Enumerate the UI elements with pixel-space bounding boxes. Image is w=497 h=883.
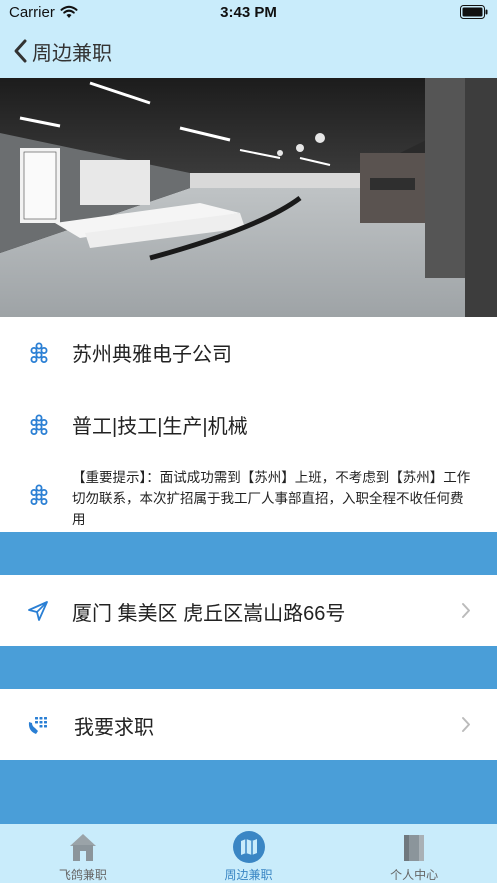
- section-divider: [0, 760, 497, 824]
- clock: 3:43 PM: [220, 4, 277, 21]
- location-arrow-icon: [28, 601, 48, 621]
- book-icon: [404, 835, 425, 861]
- tab-home[interactable]: 飞鸽兼职: [0, 824, 166, 883]
- navigation-bar: 周边兼职: [0, 26, 497, 78]
- notice-row: 【重要提示】：面试成功需到【苏州】上班，不考虑到【苏州】工作切勿联系，本次扩招属…: [0, 462, 497, 532]
- chevron-left-icon: [14, 39, 27, 63]
- company-row: 苏州典雅电子公司: [0, 320, 497, 382]
- chevron-right-icon: [462, 603, 470, 618]
- map-icon: [232, 831, 265, 863]
- network-icon: [30, 414, 48, 435]
- address-text: 厦门 集美区 虎丘区嵩山路66号: [72, 603, 346, 625]
- battery-icon: [460, 5, 488, 19]
- status-bar: Carrier 3:43 PM: [0, 0, 497, 26]
- section-divider: [0, 532, 497, 575]
- job-category-row: 普工|技工|生产|机械: [0, 392, 497, 454]
- house-icon: [69, 834, 96, 861]
- address-row[interactable]: 厦门 集美区 虎丘区嵩山路66号: [0, 575, 497, 646]
- section-divider: [0, 646, 497, 689]
- network-icon: [30, 484, 48, 505]
- tab-label: 个人中心: [390, 868, 439, 882]
- office-photo: [0, 78, 497, 317]
- apply-job-label: 我要求职: [74, 717, 154, 739]
- tab-label: 飞鸽兼职: [58, 868, 107, 882]
- job-category: 普工|技工|生产|机械: [72, 416, 248, 438]
- back-button[interactable]: 周边兼职: [12, 36, 112, 66]
- tab-label: 周边兼职: [224, 868, 273, 882]
- notice-text: 【重要提示】：面试成功需到【苏州】上班，不考虑到【苏州】工作切勿联系，本次扩招属…: [72, 470, 471, 527]
- page-title: 周边兼职: [32, 42, 112, 65]
- apply-job-row[interactable]: 我要求职: [0, 689, 497, 760]
- phone-keypad-icon: [28, 717, 47, 734]
- company-name: 苏州典雅电子公司: [72, 344, 232, 366]
- tab-profile[interactable]: 个人中心: [331, 824, 497, 883]
- tab-nearby[interactable]: 周边兼职: [166, 824, 332, 883]
- tab-bar: 飞鸽兼职 周边兼职 个人中心: [0, 824, 497, 883]
- chevron-right-icon: [462, 717, 470, 732]
- network-icon: [30, 342, 48, 363]
